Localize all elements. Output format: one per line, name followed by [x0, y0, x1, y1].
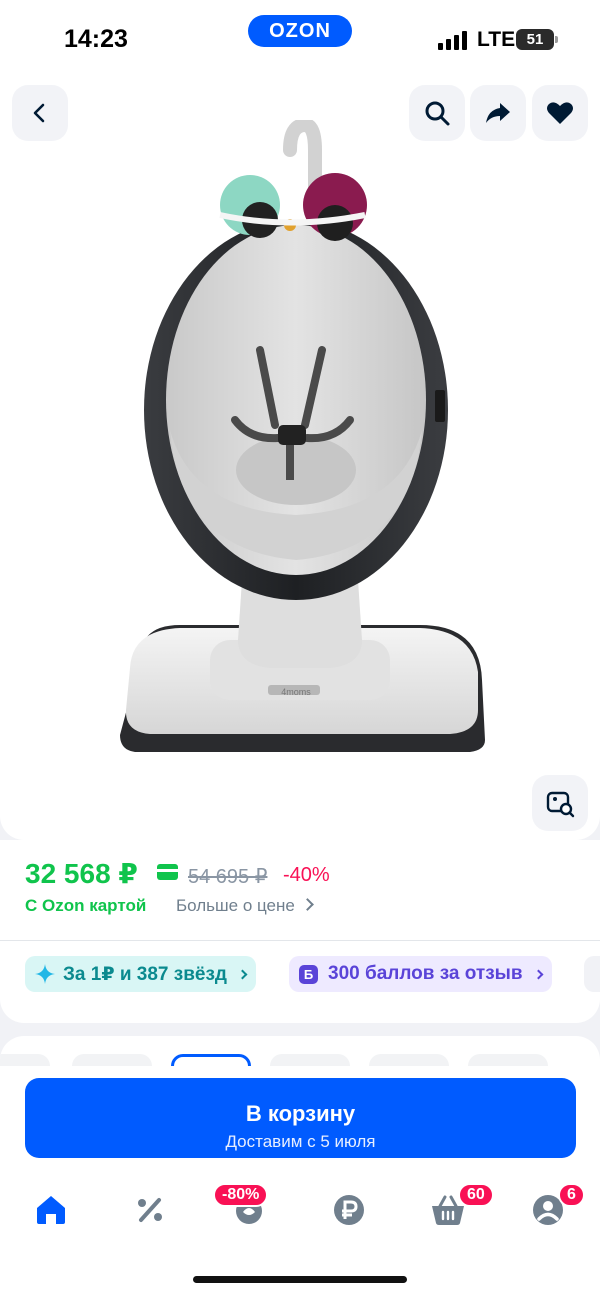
back-icon [33, 103, 45, 123]
image-search-icon [546, 791, 575, 818]
ozon-card-icon [157, 864, 178, 880]
fresh-badge: -80% [213, 1183, 269, 1207]
tab-fresh[interactable]: -80% [213, 1183, 269, 1228]
stars-chip-label: За 1₽ и 387 звёзд [63, 963, 227, 985]
battery-icon: 51 [516, 29, 558, 50]
signal-icon [438, 30, 470, 50]
tab-bar: -80% 60 6 [0, 1176, 600, 1246]
search-icon [425, 101, 450, 126]
share-button[interactable] [470, 85, 526, 141]
ruble-icon [334, 1195, 364, 1225]
back-button[interactable] [12, 85, 68, 141]
home-icon [37, 1196, 65, 1224]
heart-icon [547, 102, 573, 124]
bottom-panel: В корзину Доставим с 5 июля -80% 60 6 [0, 1066, 600, 1297]
review-points-chip[interactable]: Б 300 баллов за отзыв [289, 956, 552, 992]
product-image[interactable]: 4moms [100, 120, 500, 760]
tab-sale[interactable] [132, 1192, 168, 1228]
ozon-logo: OZON [248, 15, 352, 47]
status-bar: 14:23 OZON LTE 51 [0, 0, 600, 72]
percent-icon [138, 1198, 162, 1222]
sparkle-icon [35, 964, 55, 984]
tab-finance[interactable] [331, 1192, 367, 1228]
stars-chip[interactable]: За 1₽ и 387 звёзд [25, 956, 256, 992]
add-to-cart-button[interactable]: В корзину Доставим с 5 июля [25, 1078, 576, 1158]
cart-badge: 60 [458, 1183, 494, 1207]
promo-chips[interactable]: За 1₽ и 387 звёзд Б 300 баллов за отзыв [0, 941, 600, 1023]
profile-badge: 6 [558, 1183, 585, 1207]
status-time: 14:23 [64, 25, 128, 53]
add-to-cart-label: В корзину [245, 1100, 356, 1126]
tab-cart[interactable]: 60 [430, 1183, 494, 1228]
old-price: 54 695 ₽ [188, 866, 268, 888]
brand-mark: 4moms [281, 687, 311, 697]
discount-label: -40% [283, 864, 330, 886]
home-indicator [193, 1276, 407, 1283]
tab-home[interactable] [33, 1192, 69, 1228]
review-points-label: 300 баллов за отзыв [328, 963, 523, 984]
product-gallery[interactable]: 4moms [0, 72, 600, 840]
chevron-right-icon [533, 969, 544, 979]
price-block[interactable]: 32 568 ₽ 54 695 ₽ -40% С Ozon картой Бол… [0, 840, 600, 940]
share-icon [486, 103, 510, 123]
b-icon: Б [299, 964, 318, 984]
tab-profile[interactable]: 6 [530, 1183, 585, 1228]
favorite-button[interactable] [532, 85, 588, 141]
image-search-button[interactable] [532, 775, 588, 831]
more-chip[interactable] [584, 956, 600, 992]
current-price: 32 568 ₽ [25, 858, 138, 889]
more-about-price-link[interactable]: Больше о цене [176, 896, 312, 916]
delivery-date-label: Доставим с 5 июля [225, 1131, 376, 1151]
network-type: LTE [477, 28, 516, 51]
ozon-card-label: С Ozon картой [25, 896, 147, 915]
chevron-right-icon [237, 969, 248, 979]
search-button[interactable] [409, 85, 465, 141]
